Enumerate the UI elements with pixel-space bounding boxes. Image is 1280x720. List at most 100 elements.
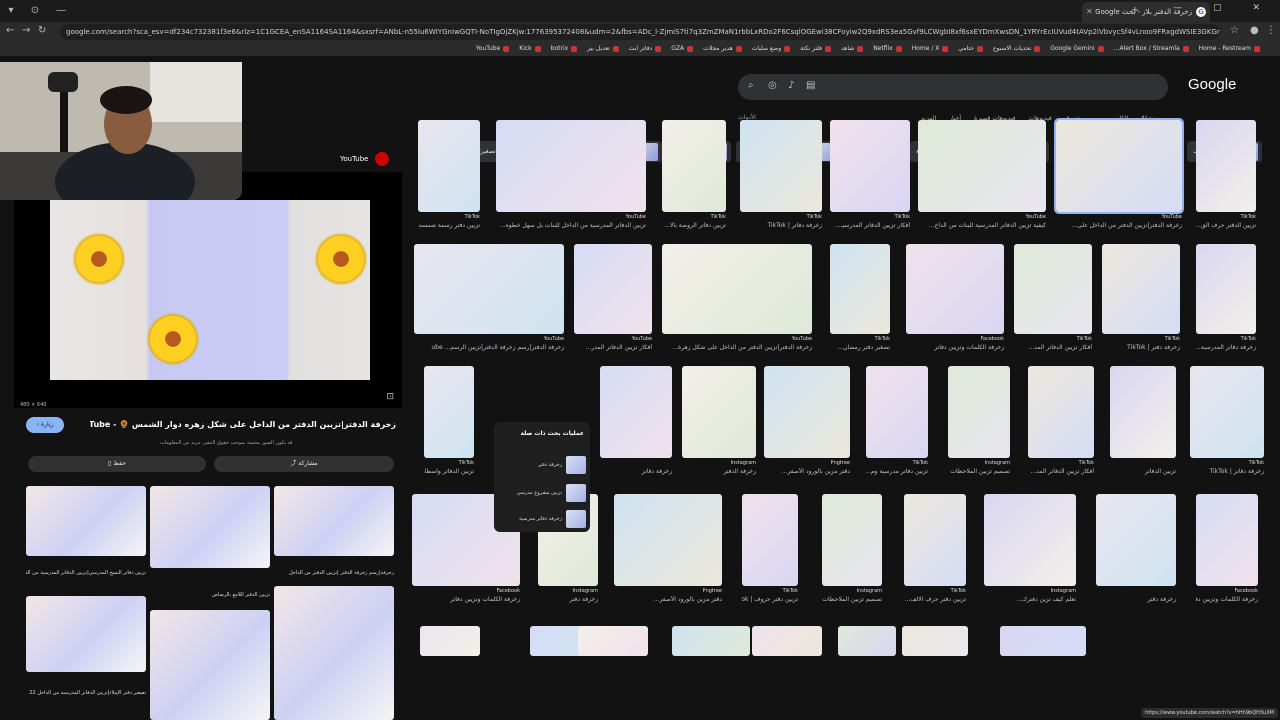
bookmark-item[interactable]: تعديل بيز (587, 42, 619, 56)
image-result[interactable]: Instagram زخرفة الدفتر (682, 366, 756, 480)
bookmark-item[interactable]: ختامي (958, 42, 983, 56)
related-search-item[interactable]: زخرفة دفتر (538, 462, 562, 468)
image-result[interactable]: TikTok زخرفة دفتر | TikTok (1102, 244, 1180, 356)
image-result[interactable]: YouTube زخرفة الدفتر|تزيين الدفتر من الدا… (1054, 118, 1184, 234)
image-result[interactable]: TikTok تزيين الدفاتر واسطارا... (424, 366, 474, 480)
bookmark-item[interactable]: Home / X (912, 42, 949, 56)
bookmark-item[interactable]: هدير مجلات (703, 42, 742, 56)
bookmark-item[interactable]: Alert Box / Streamla... (1114, 42, 1189, 56)
image-result[interactable]: Pngtree دفتر مزين بالورود الأصفر... (764, 366, 850, 480)
preview-source[interactable]: YouTube (340, 152, 389, 166)
result-source: Instagram (856, 588, 882, 594)
search-bar[interactable]: ⌕ ◎ ♪ ▤ (738, 74, 1168, 100)
image-result[interactable]: TikTok زخرفة دفاتر المدرسية... (1196, 244, 1256, 356)
image-result[interactable]: YouTube تزيين الدفاتر المدرسية من الداخل … (496, 120, 646, 234)
bookmark-item[interactable]: شاهد (841, 42, 864, 56)
forward-icon[interactable]: → (22, 25, 30, 36)
image-result[interactable]: TikTok تزيين دفاتر مدرسية وم... (866, 366, 928, 480)
keyboard-icon[interactable]: ▤ (806, 80, 815, 91)
bookmark-item[interactable]: GZA (671, 42, 694, 56)
bookmark-star-icon[interactable]: ☆ (1230, 25, 1239, 36)
image-result[interactable]: YouTube زخرفة الدفتر|تزيين الدفتر من الدا… (662, 244, 812, 356)
image-result[interactable]: Instagram تصميم تزيين الملاحظات (948, 366, 1010, 480)
image-result[interactable]: Facebook زخرفة الكلمات وتزيين دفاتر (1196, 494, 1258, 608)
image-result[interactable]: TikTok زخرفة دفاتر | TikTok (1190, 366, 1264, 480)
image-result[interactable]: TikTok زخرفة دفاتر | TikTok (740, 120, 822, 234)
bookmark-item[interactable]: Kick (519, 42, 541, 56)
profile-icon[interactable]: ● (1250, 25, 1259, 36)
bookmark-item[interactable]: YouTube (476, 42, 510, 56)
image-result[interactable]: YouTube أفكار تزيين الدفاتر المدر... (574, 244, 652, 356)
image-result[interactable] (902, 626, 968, 656)
related-search-item[interactable]: زخرفة دفاتر مدرسية (519, 516, 562, 522)
back-icon[interactable]: ← (6, 25, 14, 36)
image-result[interactable] (672, 626, 750, 656)
image-result[interactable]: زخرفة دفاتر (600, 366, 672, 480)
image-result[interactable]: TikTok تزيين الدفتر حرف الق... (1196, 120, 1256, 234)
bookmark-item[interactable]: فلتر نكتة (800, 42, 832, 56)
bookmark-favicon-icon (976, 45, 983, 52)
preview-title[interactable]: زخرفة الدفتر|تزيين الدفتر من الداخل على … (90, 420, 396, 429)
lens-search-icon[interactable]: ⊡ (386, 392, 394, 402)
lens-icon[interactable]: ◎ (768, 80, 777, 91)
url-input[interactable]: google.com/search?sca_esv=df234c732381f3… (60, 24, 1220, 40)
related-image[interactable] (274, 486, 394, 556)
window-controls[interactable]: — ▢ ✕ (1173, 3, 1274, 13)
image-result[interactable] (578, 626, 648, 656)
image-result[interactable]: YouTube زخرفة الدفتر|رسم زخرفة الدفتر|تزي… (414, 244, 564, 356)
image-result[interactable]: TikTok أفكار تزيين الدفاتر المد... (1014, 244, 1092, 356)
bookmark-item[interactable]: دفاتر ابت (629, 42, 662, 56)
bookmark-item[interactable]: botrix (551, 42, 578, 56)
image-result[interactable]: TikTok تزيين دفتر حرف الالف... (904, 494, 966, 608)
result-thumbnail (682, 366, 756, 458)
image-result[interactable]: تزيين الدفاتر (1110, 366, 1176, 480)
related-image[interactable] (274, 586, 394, 720)
result-thumbnail (906, 244, 1004, 334)
share-button[interactable]: ⤴ مشاركة (214, 456, 394, 472)
image-result[interactable]: Instagram تصميم تزيين الملاحظات (822, 494, 882, 608)
image-result[interactable]: TikTok تزيين دفاتر الروضة بالا... (662, 120, 726, 234)
tab-search-icon[interactable]: ▾ (4, 4, 18, 18)
minimize-tab-icon[interactable]: — (54, 4, 68, 18)
related-thumb (566, 456, 586, 474)
image-result[interactable]: Pngtree دفتر مزين بالورود الأصفر... (614, 494, 722, 608)
bookmark-item[interactable]: وضع سلبات (752, 42, 791, 56)
result-caption: تصميم تزيين الملاحظات (950, 468, 1010, 475)
related-search-item[interactable]: تزيين مشروع مدرسي (517, 490, 562, 496)
image-result[interactable]: Facebook زخرفة الكلمات وتزيين دفاتر (906, 244, 1004, 356)
image-result[interactable]: TikTok تزيين دفتر رسمة شمسه... (418, 120, 480, 234)
bookmark-item[interactable]: تحديات الاسبوع (993, 42, 1041, 56)
image-result[interactable] (1000, 626, 1086, 656)
menu-dots-icon[interactable]: ⋮ (1266, 25, 1276, 36)
google-logo[interactable]: Google (1188, 76, 1236, 93)
result-source: Instagram (730, 460, 756, 466)
related-image[interactable] (26, 596, 146, 672)
image-result[interactable] (420, 626, 480, 656)
preview-image[interactable]: ⊡ (14, 172, 402, 408)
close-tab-icon[interactable]: ✕ (1086, 2, 1093, 22)
image-result[interactable]: TikTok أفكار تزيين الدفاتر المد... (1028, 366, 1094, 480)
result-thumbnail (1102, 244, 1180, 334)
related-image[interactable] (150, 486, 270, 568)
image-result[interactable]: TikTok تصغير دفتر رمضان... (830, 244, 890, 356)
new-tab-icon[interactable]: + (1128, 4, 1142, 18)
image-result[interactable]: TikTok أفكار تزيين الدفاتر المدرسيـ... (830, 120, 910, 234)
search-icon[interactable]: ⌕ (748, 80, 754, 91)
bookmark-item[interactable]: Home - Restream (1199, 42, 1260, 56)
image-result[interactable] (752, 626, 822, 656)
image-result[interactable]: TikTok تزيين دفتر حروف | ok (742, 494, 798, 608)
related-image[interactable] (150, 610, 270, 720)
related-image[interactable] (26, 486, 146, 556)
mic-icon[interactable]: ♪ (788, 80, 794, 91)
reload-icon[interactable]: ↻ (38, 25, 46, 36)
bookmark-item[interactable]: Netflix (873, 42, 902, 56)
result-thumbnail (414, 244, 564, 334)
save-button[interactable]: ▯ حفظ (28, 456, 206, 472)
image-result[interactable]: YouTube كيفية تزيين الدفاتر المدرسية للبن… (918, 120, 1046, 234)
chrome-menu-icon[interactable]: ⊙ (28, 4, 42, 18)
image-result[interactable]: Instagram تعلم كيف تزين دفترك... (984, 494, 1076, 608)
image-result[interactable]: زخرفة دفتر (1096, 494, 1176, 608)
image-result[interactable] (838, 626, 896, 656)
visit-button[interactable]: ‹ زيارة (26, 417, 64, 433)
bookmark-item[interactable]: Google Gemini (1050, 42, 1104, 56)
